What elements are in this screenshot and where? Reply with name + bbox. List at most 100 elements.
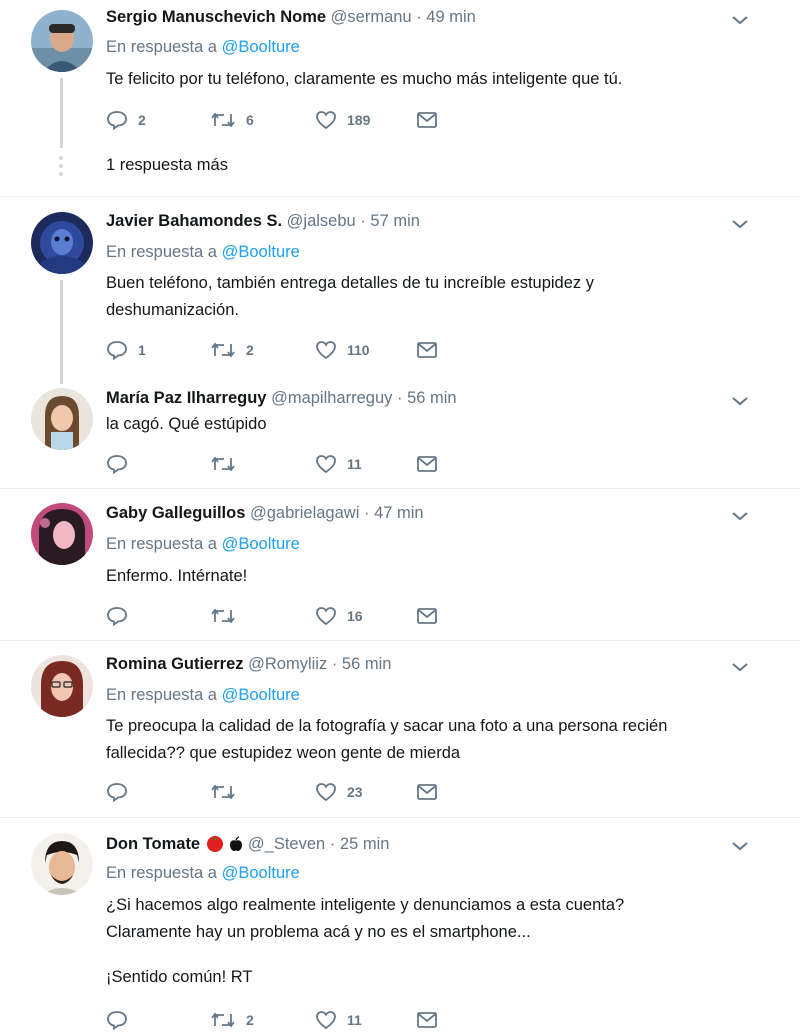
- tweet-text-line: ¡Sentido común! RT: [106, 968, 253, 986]
- user-handle[interactable]: @sermanu: [331, 8, 412, 26]
- chevron-down-icon[interactable]: [731, 395, 749, 407]
- chevron-down-icon[interactable]: [731, 840, 749, 852]
- retweet-icon: [211, 1012, 235, 1028]
- reply-context: En respuesta a @Boolture: [106, 686, 300, 705]
- user-handle[interactable]: @mapilharreguy: [271, 389, 392, 407]
- retweet-button[interactable]: [210, 452, 246, 476]
- reply-button[interactable]: [106, 604, 138, 628]
- like-count: 189: [347, 112, 371, 128]
- heart-icon: [316, 607, 336, 626]
- separator-dot: ·: [363, 504, 370, 522]
- reply-mention[interactable]: @Boolture: [222, 864, 300, 882]
- retweet-button[interactable]: 6: [210, 108, 254, 132]
- retweet-count: 2: [246, 1012, 254, 1028]
- divider: [0, 488, 800, 489]
- retweet-button[interactable]: [210, 780, 246, 804]
- display-name[interactable]: Don Tomate: [106, 835, 200, 853]
- avatar[interactable]: [31, 833, 93, 895]
- avatar[interactable]: [31, 212, 93, 274]
- envelope-icon: [417, 1012, 437, 1028]
- reply-mention[interactable]: @Boolture: [222, 38, 300, 56]
- reply-icon: [107, 1011, 127, 1030]
- reply-mention[interactable]: @Boolture: [222, 535, 300, 553]
- display-name[interactable]: Romina Gutierrez: [106, 655, 244, 673]
- reply-icon: [107, 607, 127, 626]
- reply-count: 2: [138, 112, 146, 128]
- reply-button[interactable]: 2: [106, 108, 146, 132]
- divider: [0, 817, 800, 818]
- timestamp[interactable]: 25 min: [340, 835, 390, 853]
- chevron-down-icon[interactable]: [731, 14, 749, 26]
- tweet-text: ¿Si hacemos algo realmente inteligente y…: [106, 892, 766, 991]
- tweet-text-line: Te felicito por tu teléfono, claramente …: [106, 70, 623, 88]
- separator-dot: ·: [329, 835, 336, 853]
- retweet-button[interactable]: 2: [210, 338, 254, 362]
- reply-count: 1: [138, 342, 146, 358]
- envelope-icon: [417, 342, 437, 358]
- like-button[interactable]: 189: [315, 108, 370, 132]
- retweet-count: 2: [246, 342, 254, 358]
- tomato-emoji: [206, 836, 223, 852]
- tweet-text-line: la cagó. Qué estúpido: [106, 415, 267, 433]
- like-button[interactable]: 110: [315, 338, 370, 362]
- direct-message-button[interactable]: [416, 780, 438, 804]
- reply-mention[interactable]: @Boolture: [222, 686, 300, 704]
- thread-line: [60, 78, 63, 148]
- tweet-header: María Paz Ilharreguy @mapilharreguy · 56…: [106, 389, 457, 408]
- direct-message-button[interactable]: [416, 604, 438, 628]
- avatar[interactable]: [31, 10, 93, 72]
- tweet-text: la cagó. Qué estúpido: [106, 411, 766, 438]
- timestamp[interactable]: 57 min: [370, 212, 420, 230]
- timestamp[interactable]: 56 min: [342, 655, 392, 673]
- separator-dot: ·: [416, 8, 422, 26]
- like-button[interactable]: 23: [315, 780, 363, 804]
- thread-line: [60, 280, 63, 384]
- reply-button[interactable]: [106, 780, 138, 804]
- avatar[interactable]: [31, 503, 93, 565]
- reply-button[interactable]: 1: [106, 338, 146, 362]
- reply-prefix: En respuesta a: [106, 864, 217, 882]
- tweet-text: Te preocupa la calidad de la fotografía …: [106, 713, 766, 767]
- like-button[interactable]: 16: [315, 604, 363, 628]
- direct-message-button[interactable]: [416, 108, 438, 132]
- user-handle[interactable]: @gabrielagawi: [250, 504, 359, 522]
- timestamp[interactable]: 56 min: [407, 389, 457, 407]
- avatar[interactable]: [31, 655, 93, 717]
- chevron-down-icon[interactable]: [731, 218, 749, 230]
- reply-mention[interactable]: @Boolture: [222, 243, 300, 261]
- display-name[interactable]: Sergio Manuschevich Nome: [106, 8, 326, 26]
- like-button[interactable]: 11: [315, 1008, 362, 1032]
- retweet-button[interactable]: [210, 604, 246, 628]
- reply-prefix: En respuesta a: [106, 535, 217, 553]
- avatar[interactable]: [31, 388, 93, 450]
- retweet-button[interactable]: 2: [210, 1008, 254, 1032]
- user-handle[interactable]: @jalsebu: [287, 212, 356, 230]
- tweet-text-line: Te preocupa la calidad de la fotografía …: [106, 717, 668, 735]
- reply-button[interactable]: [106, 452, 138, 476]
- timestamp[interactable]: 49 min: [426, 8, 476, 26]
- chevron-down-icon[interactable]: [731, 510, 749, 522]
- direct-message-button[interactable]: [416, 338, 438, 362]
- heart-icon: [316, 1011, 336, 1030]
- show-more-replies-link[interactable]: 1 respuesta más: [106, 156, 228, 175]
- direct-message-button[interactable]: [416, 1008, 438, 1032]
- like-count: 16: [347, 608, 363, 624]
- tweet-text-line: deshumanización.: [106, 301, 239, 319]
- like-button[interactable]: 11: [315, 452, 362, 476]
- display-name[interactable]: Gaby Galleguillos: [106, 504, 245, 522]
- timestamp[interactable]: 47 min: [374, 504, 424, 522]
- tweet-text-line: fallecida?? que estupidez weon gente de …: [106, 744, 461, 762]
- display-name[interactable]: María Paz Ilharreguy: [106, 389, 266, 407]
- tweet-text-line: [106, 946, 766, 964]
- user-handle[interactable]: @Romyliiz: [248, 655, 327, 673]
- reply-icon: [107, 341, 127, 360]
- reply-context: En respuesta a @Boolture: [106, 535, 300, 554]
- retweet-icon: [211, 342, 235, 358]
- chevron-down-icon[interactable]: [731, 661, 749, 673]
- user-handle[interactable]: @_Steven: [248, 835, 325, 853]
- tweet-text-line: Claramente hay un problema acá y no es e…: [106, 923, 531, 941]
- display-name[interactable]: Javier Bahamondes S.: [106, 212, 282, 230]
- direct-message-button[interactable]: [416, 452, 438, 476]
- like-count: 11: [347, 1012, 362, 1028]
- reply-button[interactable]: [106, 1008, 138, 1032]
